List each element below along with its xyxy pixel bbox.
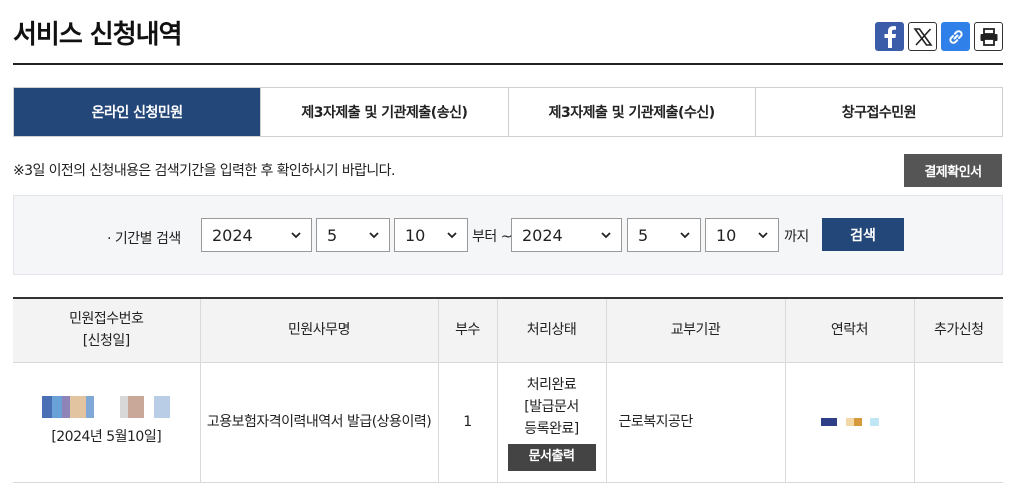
tab-counter-application[interactable]: 창구접수민원 — [754, 88, 1002, 136]
status-line-3: 등록완료] — [524, 420, 579, 437]
col-service: 민원사무명 — [199, 298, 438, 363]
col-extra: 추가신청 — [913, 298, 1003, 363]
to-suffix-text: 까지 — [784, 229, 809, 245]
title-divider — [13, 63, 1003, 65]
tab-third-party-sent[interactable]: 제3자제출 및 기관제출(송신) — [260, 88, 508, 136]
to-day-value: 10 — [716, 225, 737, 245]
cell-service: 고용보험자격이력내역서 발급(상용이력) — [199, 362, 438, 483]
to-month-select[interactable]: 5 — [627, 218, 701, 252]
tab-bar: 온라인 신청민원 제3자제출 및 기관제출(송신) 제3자제출 및 기관제출(수… — [13, 87, 1003, 137]
share-toolbar — [875, 22, 1003, 51]
receipt-date: [2024년 5월10일] — [51, 429, 162, 445]
col-receipt-no-label: 민원접수번호 — [69, 311, 144, 328]
table-header-row: 민원접수번호 [신청일] 민원사무명 부수 처리상태 교부기관 연락처 추가신청 — [13, 298, 1003, 363]
chevron-down-icon — [758, 232, 768, 239]
from-year-select[interactable]: 2024 — [201, 218, 312, 252]
chevron-down-icon — [369, 232, 379, 239]
cell-status: 처리완료 [발급문서 등록완료] 문서출력 — [496, 362, 606, 483]
chevron-down-icon — [680, 232, 690, 239]
to-year-select[interactable]: 2024 — [511, 218, 622, 252]
col-status: 처리상태 — [496, 298, 606, 363]
status-line-1: 처리완료 — [526, 376, 577, 393]
redacted-receipt-number — [42, 396, 171, 418]
to-year-value: 2024 — [522, 225, 563, 245]
col-receipt-date-label: [신청일] — [82, 333, 131, 350]
page-title: 서비스 신청내역 — [13, 20, 182, 50]
x-icon[interactable] — [908, 22, 937, 51]
col-contact: 연락처 — [784, 298, 914, 363]
status-line-2: [발급문서 — [524, 398, 579, 415]
cell-agency: 근로복지공단 — [605, 362, 785, 483]
from-suffix-text: 부터 ~ — [472, 229, 512, 245]
print-icon[interactable] — [974, 22, 1003, 51]
link-icon[interactable] — [941, 22, 970, 51]
print-document-button[interactable]: 문서출력 — [507, 443, 596, 471]
chevron-down-icon — [447, 232, 457, 239]
from-day-select[interactable]: 10 — [394, 218, 468, 252]
to-day-select[interactable]: 10 — [705, 218, 779, 252]
col-receipt-no: 민원접수번호 [신청일] — [13, 298, 200, 363]
cell-copies: 1 — [437, 362, 497, 483]
redacted-contact — [820, 418, 879, 426]
tab-third-party-received[interactable]: 제3자제출 및 기관제출(수신) — [507, 88, 755, 136]
cell-contact — [784, 362, 914, 483]
chevron-down-icon — [601, 232, 611, 239]
from-month-value: 5 — [327, 225, 338, 245]
search-button[interactable]: 검색 — [822, 218, 904, 251]
to-month-value: 5 — [638, 225, 649, 245]
cell-receipt: [2024년 5월10일] — [13, 362, 200, 483]
search-label: · 기간별 검색 — [107, 231, 181, 247]
col-copies: 부수 — [437, 298, 497, 363]
search-panel: · 기간별 검색 2024 5 10 부터 ~ 2024 5 10 까지 검색 — [13, 195, 1003, 275]
application-table: 민원접수번호 [신청일] 민원사무명 부수 처리상태 교부기관 연락처 추가신청 — [13, 297, 1003, 483]
from-year-value: 2024 — [212, 225, 253, 245]
cell-extra — [913, 362, 1003, 483]
tab-online-application[interactable]: 온라인 신청민원 — [14, 88, 261, 136]
payment-confirmation-button[interactable]: 결제확인서 — [904, 154, 1002, 187]
col-agency: 교부기관 — [605, 298, 785, 363]
from-month-select[interactable]: 5 — [316, 218, 390, 252]
chevron-down-icon — [291, 232, 301, 239]
from-day-value: 10 — [405, 225, 426, 245]
notice-text: ※3일 이전의 신청내용은 검색기간을 입력한 후 확인하시기 바랍니다. — [13, 163, 395, 179]
table-row: [2024년 5월10일] 고용보험자격이력내역서 발급(상용이력) 1 처리완… — [13, 362, 1003, 483]
facebook-icon[interactable] — [875, 22, 904, 51]
